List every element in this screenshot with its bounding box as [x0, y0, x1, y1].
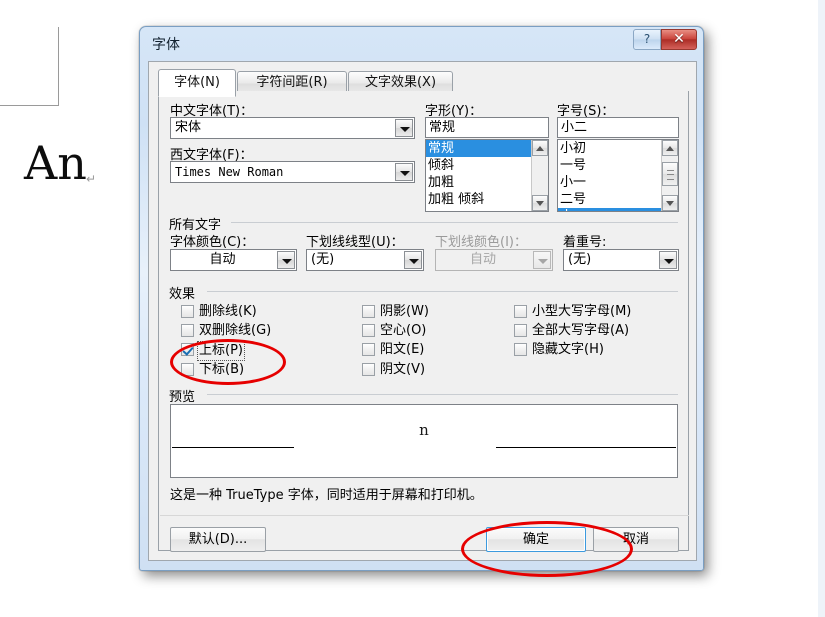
- checkbox-label: 隐藏文字(H): [532, 342, 604, 357]
- scroll-up-icon[interactable]: [662, 140, 678, 156]
- truetype-note: 这是一种 TrueType 字体，同时适用于屏幕和打印机。: [170, 488, 483, 503]
- scroll-down-icon[interactable]: [662, 195, 678, 211]
- chinese-font-value: 宋体: [175, 120, 202, 135]
- checkbox-label: 阴影(W): [380, 304, 429, 319]
- checkbox-box[interactable]: [362, 305, 375, 318]
- checkbox-box[interactable]: [362, 343, 375, 356]
- font-style-scrollbar[interactable]: [531, 140, 548, 211]
- chevron-down-icon[interactable]: [395, 119, 413, 137]
- checkbox-box[interactable]: [514, 324, 527, 337]
- underline-style-combo[interactable]: (无): [306, 249, 424, 271]
- paragraph-mark-icon: ↵: [86, 172, 97, 186]
- preview-sample-text: n: [419, 421, 429, 439]
- list-item[interactable]: 加粗: [426, 174, 531, 191]
- scroll-down-icon[interactable]: [532, 195, 548, 211]
- checkbox-label: 阴文(V): [380, 362, 426, 377]
- list-item[interactable]: 小一: [558, 174, 661, 191]
- preview-rule-right: [496, 447, 676, 448]
- default-button[interactable]: 默认(D)...: [170, 527, 266, 552]
- underline-color-label: 下划线颜色(I)：: [435, 235, 527, 250]
- list-item[interactable]: 加粗 倾斜: [426, 191, 531, 208]
- checkbox-label: 双删除线(G): [199, 323, 272, 338]
- checkbox-label: 删除线(K): [199, 304, 257, 319]
- list-item[interactable]: 倾斜: [426, 157, 531, 174]
- dialog-title: 字体: [152, 37, 180, 53]
- underline-color-value: 自动: [469, 252, 496, 267]
- checkbox-box[interactable]: [514, 305, 527, 318]
- document-text: An: [24, 136, 87, 190]
- font-style-input[interactable]: 常规: [425, 117, 549, 138]
- checkbox-label: 小型大写字母(M): [532, 304, 632, 319]
- cancel-button[interactable]: 取消: [593, 527, 679, 552]
- checkbox-box[interactable]: [181, 324, 194, 337]
- font-size-input[interactable]: 小二: [557, 117, 679, 138]
- scroll-thumb[interactable]: [662, 162, 678, 186]
- checkbox-box[interactable]: [181, 343, 194, 356]
- text-boundary-mark: [0, 27, 59, 106]
- list-item[interactable]: 二号: [558, 191, 661, 208]
- font-color-value: 自动: [209, 252, 236, 267]
- western-font-value: Times New Roman: [175, 165, 284, 179]
- scroll-grip-icon: [667, 170, 674, 180]
- footer-divider: [160, 515, 689, 516]
- list-item[interactable]: 小二: [558, 208, 661, 211]
- western-font-combo[interactable]: Times New Roman: [170, 161, 415, 183]
- dialog-titlebar[interactable]: 字体 ? ✕: [140, 27, 703, 61]
- font-color-combo[interactable]: 自动: [170, 249, 297, 271]
- list-item[interactable]: 小初: [558, 140, 661, 157]
- checkbox-label: 空心(O): [380, 323, 427, 338]
- group-divider: [231, 222, 678, 223]
- checkbox-label: 下标(B): [199, 362, 245, 377]
- font-size-listbox[interactable]: 小初 一号 小一 二号 小二: [557, 139, 679, 212]
- tab-page-font: 中文字体(T)： 宋体 西文字体(F)： Times New Roman 字形(…: [158, 91, 689, 552]
- preview-rule-left: [172, 447, 294, 448]
- list-item[interactable]: 一号: [558, 157, 661, 174]
- scroll-up-icon[interactable]: [532, 140, 548, 156]
- group-divider: [207, 291, 678, 292]
- emphasis-mark-value: (无): [568, 252, 592, 267]
- checkbox-label: 上标(P): [197, 341, 245, 361]
- group-divider: [207, 394, 678, 395]
- font-size-scrollbar[interactable]: [661, 140, 678, 211]
- chevron-down-icon: [533, 251, 551, 269]
- font-preview-box: n: [170, 404, 678, 478]
- help-icon[interactable]: ?: [633, 29, 661, 50]
- emphasis-mark-label: 着重号:: [563, 235, 607, 250]
- close-icon[interactable]: ✕: [661, 29, 697, 50]
- font-style-listbox[interactable]: 常规 倾斜 加粗 加粗 倾斜: [425, 139, 549, 212]
- font-size-items: 小初 一号 小一 二号 小二: [558, 140, 661, 211]
- emphasis-mark-combo[interactable]: (无): [563, 249, 679, 271]
- ok-button[interactable]: 确定: [486, 527, 586, 552]
- checkbox-box[interactable]: [362, 324, 375, 337]
- underline-color-combo: 自动: [435, 249, 553, 271]
- dialog-panel: 字体(N) 字符间距(R) 文字效果(X) 中文字体(T)： 宋体 西文字体(F…: [148, 61, 697, 561]
- checkbox-box[interactable]: [181, 363, 194, 376]
- chevron-down-icon[interactable]: [659, 251, 677, 269]
- font-color-label: 字体颜色(C)：: [170, 235, 255, 250]
- underline-style-value: (无): [311, 252, 335, 267]
- list-item[interactable]: 常规: [426, 140, 531, 157]
- font-dialog: 字体 ? ✕ 字体(N) 字符间距(R) 文字效果(X) 中文字体(T)： 宋体…: [139, 26, 704, 571]
- font-style-items: 常规 倾斜 加粗 加粗 倾斜: [426, 140, 531, 211]
- chevron-down-icon[interactable]: [404, 251, 422, 269]
- checkbox-label: 全部大写字母(A): [532, 323, 630, 338]
- document-scrollbar[interactable]: [818, 0, 825, 617]
- checkbox-box[interactable]: [514, 343, 527, 356]
- effects-group-label: 效果: [169, 283, 202, 302]
- tab-font[interactable]: 字体(N): [158, 69, 236, 97]
- chevron-down-icon[interactable]: [277, 251, 295, 269]
- chinese-font-combo[interactable]: 宋体: [170, 117, 415, 139]
- chevron-down-icon[interactable]: [395, 163, 413, 181]
- checkbox-box[interactable]: [181, 305, 194, 318]
- preview-group-label: 预览: [169, 386, 202, 405]
- checkbox-box[interactable]: [362, 363, 375, 376]
- checkbox-label: 阳文(E): [380, 342, 425, 357]
- underline-style-label: 下划线线型(U)：: [306, 235, 404, 250]
